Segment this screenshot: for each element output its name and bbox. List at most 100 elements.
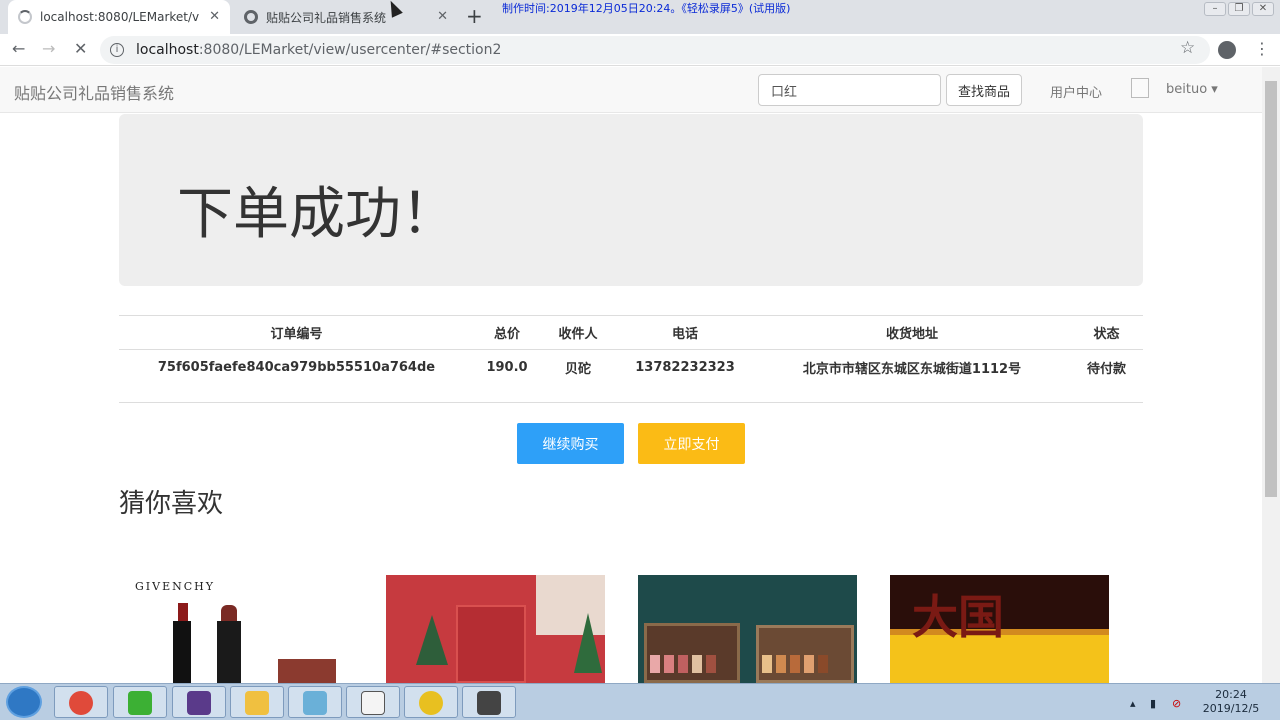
status-cell: 待付款 [1086,362,1126,378]
pay-now-button[interactable]: 立即支付 [638,423,745,464]
lipstick-bullet [178,603,188,623]
app-icon [303,691,327,715]
tab-title: localhost:8080/LEMarket/view [40,10,200,24]
swatch [818,655,828,673]
ide-icon [187,691,211,715]
stop-loading-icon[interactable]: ✕ [74,39,87,58]
network-icon[interactable]: ▮ [1150,697,1156,710]
swatch [790,655,800,673]
swatch [804,655,814,673]
loading-spinner-icon [18,10,32,24]
swatch [762,655,772,673]
avatar[interactable] [1131,78,1149,98]
scrollbar-thumb[interactable] [1265,81,1277,497]
recommend-heading: 猜你喜欢 [119,489,224,519]
column-header: 收件人 [540,315,616,350]
tray-expand-icon[interactable]: ▴ [1130,697,1136,710]
lipstick-case [217,621,241,683]
app-icon [419,691,443,715]
swatch [664,655,674,673]
recipient-cell: 贝砣 [564,362,591,378]
swatch [678,655,688,673]
back-arrow-icon[interactable]: ← [12,39,25,58]
chrome-icon [69,691,93,715]
phone-cell: 13782232323 [635,360,735,376]
start-button-icon[interactable] [6,686,42,718]
taskbar-recorder[interactable] [462,686,516,718]
bookmark-star-icon[interactable]: ☆ [1180,38,1195,58]
search-input[interactable] [758,74,941,106]
tab-close-icon[interactable]: ✕ [437,9,448,24]
clock-date: 2019/12/5 [1202,702,1260,715]
palette-image [756,625,854,683]
product-card-gift-set[interactable] [386,575,605,683]
username-label: beituo [1166,82,1208,97]
column-header: 收货地址 [754,315,1070,350]
site-brand[interactable]: 贴贴公司礼品销售系统 [14,80,174,104]
close-window-icon[interactable]: ✕ [1252,2,1274,16]
windows-taskbar: ▴ ▮ ⊘ 20:24 2019/12/5 [0,683,1280,720]
order-success-banner: 下单成功！ [119,114,1143,286]
taskbar-chrome[interactable] [54,686,108,718]
new-tab-button[interactable]: + [466,4,483,28]
tab-localhost[interactable]: localhost:8080/LEMarket/view ✕ [8,0,230,34]
table-spacer-row [119,385,1143,403]
clock-time: 20:24 [1215,688,1247,701]
taskbar-app[interactable] [346,686,400,718]
profile-icon[interactable] [1218,41,1236,59]
column-header: 状态 [1070,315,1143,350]
taskbar-app[interactable] [288,686,342,718]
volume-muted-icon[interactable]: ⊘ [1172,697,1181,710]
column-header: 总价 [474,315,540,350]
recorder-icon [477,691,501,715]
tray-clock[interactable]: 20:24 2019/12/5 [1196,688,1266,716]
window-icon [361,691,385,715]
product-card-eyeshadow[interactable] [638,575,857,683]
browser-toolbar: ← → ✕ i localhost:8080/LEMarket/view/use… [0,34,1280,66]
taskbar-wechat[interactable] [113,686,167,718]
brand-logo-text: GIVENCHY [135,580,216,593]
tree-decoration [416,615,448,665]
tab-close-icon[interactable]: ✕ [209,9,220,24]
address-cell: 北京市市辖区东城区东城街道1112号 [802,362,1022,378]
lipstick-case [173,621,191,683]
order-table: 订单编号 总价 收件人 电话 收货地址 状态 75f605faefe840ca9… [119,315,1143,403]
swatch [692,655,702,673]
product-box [278,659,336,683]
book-title: 大国 [912,590,1004,644]
search-button[interactable]: 查找商品 [946,74,1022,106]
success-heading: 下单成功！ [177,182,457,247]
table-header-row: 订单编号 总价 收件人 电话 收货地址 状态 [119,315,1143,350]
gift-box [456,605,526,683]
address-bar[interactable]: i localhost:8080/LEMarket/view/usercente… [100,36,1210,64]
tab-gift-system[interactable]: 贴贴公司礼品销售系统 ✕ [236,0,458,34]
info-icon[interactable]: i [110,43,124,57]
product-card-book[interactable]: 大国 [890,575,1109,683]
table-row: 75f605faefe840ca979bb55510a764de 190.0 贝… [119,350,1143,386]
swatch [706,655,716,673]
chrome-menu-icon[interactable]: ⋮ [1254,39,1270,58]
url-host: localhost [136,42,199,58]
user-center-link[interactable]: 用户中心 [1050,82,1102,101]
globe-icon [244,10,258,24]
user-dropdown[interactable]: beituo ▾ [1166,82,1218,97]
restore-icon[interactable]: ❐ [1228,2,1250,16]
site-navbar: 贴贴公司礼品销售系统 查找商品 用户中心 beituo ▾ [0,67,1262,113]
tree-decoration [574,613,602,673]
page-scrollbar[interactable] [1262,67,1280,683]
recorder-watermark: 制作时间:2019年12月05日20:24。《轻松录屏5》(试用版) [502,2,791,15]
continue-shopping-button[interactable]: 继续购买 [517,423,624,464]
minimize-icon[interactable]: – [1204,2,1226,16]
total-price-cell: 190.0 [486,360,528,376]
taskbar-app[interactable] [404,686,458,718]
column-header: 电话 [616,315,754,350]
palette-image [644,623,740,683]
browser-tab-strip: localhost:8080/LEMarket/view ✕ 贴贴公司礼品销售系… [0,0,1280,34]
forward-arrow-icon[interactable]: → [42,39,55,58]
url-path: :8080/LEMarket/view/usercenter/#section2 [198,42,502,58]
product-card-givenchy[interactable]: GIVENCHY [133,575,352,683]
taskbar-java-ide[interactable] [172,686,226,718]
swatch [650,655,660,673]
taskbar-explorer[interactable] [230,686,284,718]
caret-down-icon: ▾ [1211,82,1218,97]
